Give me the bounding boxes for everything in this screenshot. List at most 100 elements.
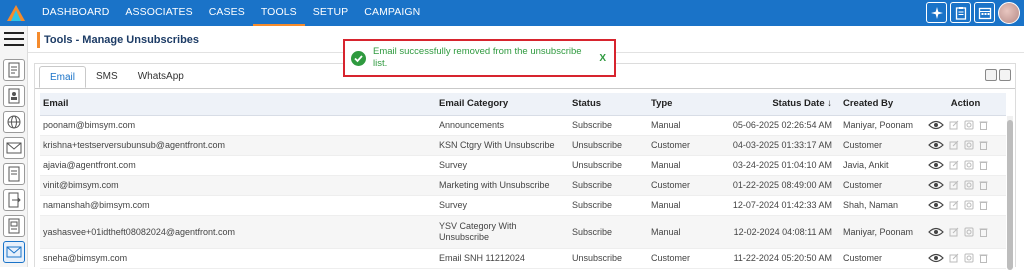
delete-icon[interactable]: [979, 160, 988, 170]
delete-icon[interactable]: [979, 180, 988, 190]
cell-status: Subscribe: [569, 195, 648, 216]
contact-card-icon[interactable]: [3, 85, 25, 107]
cell-category: Email SNH 11212024: [436, 248, 569, 269]
cell-created-by: Customer: [840, 135, 925, 156]
eye-icon[interactable]: [928, 140, 944, 150]
col-status[interactable]: Status: [569, 93, 648, 116]
delete-icon[interactable]: [979, 227, 988, 237]
cell-status-date: 05-06-2025 02:26:54 AM: [725, 115, 840, 136]
cell-status: Unsubscribe: [569, 135, 648, 156]
top-right-tools: [926, 2, 1020, 24]
edit-icon[interactable]: [949, 180, 959, 190]
col-status-date[interactable]: Status Date ↓: [725, 93, 840, 116]
nav-cases[interactable]: CASES: [201, 0, 253, 26]
nav-dashboard[interactable]: DASHBOARD: [34, 0, 117, 26]
table-row: namanshah@bimsym.com Survey Subscribe Manua…: [40, 195, 1006, 216]
copy-icon[interactable]: [964, 253, 974, 263]
tab-sms[interactable]: SMS: [86, 66, 128, 88]
table-row: krishna+testserversubunsub@agentfront.co…: [40, 135, 1006, 156]
nav-setup[interactable]: SETUP: [305, 0, 357, 26]
vertical-scrollbar[interactable]: [1007, 116, 1013, 270]
cell-status-date: 12-02-2024 04:08:11 AM: [725, 215, 840, 249]
cell-actions: [925, 248, 1006, 269]
cell-status-date: 03-24-2025 01:04:10 AM: [725, 155, 840, 176]
delete-icon[interactable]: [979, 140, 988, 150]
cell-status-date: 11-22-2024 05:20:50 AM: [725, 248, 840, 269]
hamburger-menu-icon[interactable]: [4, 32, 24, 46]
copy-icon[interactable]: [964, 120, 974, 130]
cell-created-by: Customer: [840, 248, 925, 269]
user-avatar[interactable]: [998, 2, 1020, 24]
globe-icon[interactable]: [3, 111, 25, 133]
eye-icon[interactable]: [928, 180, 944, 190]
report-icon[interactable]: [3, 215, 25, 237]
cell-type: Customer: [648, 135, 725, 156]
tab-email[interactable]: Email: [39, 66, 87, 88]
cell-type: Customer: [648, 248, 725, 269]
copy-icon[interactable]: [964, 180, 974, 190]
cell-actions: [925, 215, 1006, 249]
edit-icon[interactable]: [949, 200, 959, 210]
copy-icon[interactable]: [964, 227, 974, 237]
cell-actions: [925, 155, 1006, 176]
eye-icon[interactable]: [928, 253, 944, 263]
toast-close-button[interactable]: X: [599, 53, 606, 64]
col-email-category[interactable]: Email Category: [436, 93, 569, 116]
cell-email: yashasvee+01idtheft08082024@agentfront.c…: [40, 215, 436, 249]
table-row: poonam@bimsym.com Announcements Subscribe M…: [40, 115, 1006, 136]
eye-icon[interactable]: [928, 160, 944, 170]
cell-type: Manual: [648, 115, 725, 136]
sparkle-icon[interactable]: [926, 2, 947, 23]
nav-associates[interactable]: ASSOCIATES: [117, 0, 200, 26]
edit-icon[interactable]: [949, 253, 959, 263]
tab-whatsapp[interactable]: WhatsApp: [128, 66, 194, 88]
cell-email: ajavia@agentfront.com: [40, 155, 436, 176]
cell-status: Unsubscribe: [569, 248, 648, 269]
table-row: yashasvee+01idtheft08082024@agentfront.c…: [40, 215, 1006, 249]
calendar-icon[interactable]: [974, 2, 995, 23]
col-created-by[interactable]: Created By: [840, 93, 925, 116]
delete-icon[interactable]: [979, 253, 988, 263]
eye-icon[interactable]: [928, 120, 944, 130]
edit-icon[interactable]: [949, 120, 959, 130]
table-row: ajavia@agentfront.com Survey Unsubscribe Ma…: [40, 155, 1006, 176]
edit-icon[interactable]: [949, 227, 959, 237]
clipboard-icon[interactable]: [950, 2, 971, 23]
eye-icon[interactable]: [928, 200, 944, 210]
eye-icon[interactable]: [928, 227, 944, 237]
cell-category: KSN Ctgry With Unsubscribe: [436, 135, 569, 156]
cell-created-by: Shah, Naman: [840, 195, 925, 216]
nav-campaign[interactable]: CAMPAIGN: [356, 0, 428, 26]
copy-icon[interactable]: [964, 200, 974, 210]
table-row: sneha@bimsym.com Email SNH 11212024 Unsubs…: [40, 248, 1006, 269]
page-title: Tools - Manage Unsubscribes: [37, 32, 199, 48]
app-logo-icon[interactable]: [6, 4, 26, 22]
document-edit-icon[interactable]: [3, 163, 25, 185]
toast-message: Email successfully removed from the unsu…: [373, 46, 582, 69]
edit-icon[interactable]: [949, 140, 959, 150]
mail-icon[interactable]: [3, 137, 25, 159]
delete-icon[interactable]: [979, 120, 988, 130]
cell-type: Manual: [648, 195, 725, 216]
document-export-icon[interactable]: [3, 189, 25, 211]
scroll-thumb[interactable]: [1007, 120, 1013, 270]
search-icon[interactable]: [985, 69, 997, 81]
cell-email: namanshah@bimsym.com: [40, 195, 436, 216]
status-date-label: Status Date: [772, 98, 825, 110]
edit-icon[interactable]: [949, 160, 959, 170]
col-type[interactable]: Type: [648, 93, 725, 116]
unsubscribe-mail-icon[interactable]: [3, 241, 25, 263]
unsubscribe-panel: Email SMS WhatsApp Email Email Category …: [34, 63, 1016, 270]
cell-actions: [925, 135, 1006, 156]
document-icon[interactable]: [3, 59, 25, 81]
cell-category: YSV Category With Unsubscribe: [436, 215, 569, 249]
delete-icon[interactable]: [979, 200, 988, 210]
cell-created-by: Maniyar, Poonam: [840, 115, 925, 136]
refresh-icon[interactable]: [999, 69, 1011, 81]
copy-icon[interactable]: [964, 160, 974, 170]
cell-status: Subscribe: [569, 115, 648, 136]
col-email[interactable]: Email: [40, 93, 436, 116]
check-circle-icon: [351, 51, 366, 66]
copy-icon[interactable]: [964, 140, 974, 150]
nav-tools[interactable]: TOOLS: [252, 0, 305, 26]
